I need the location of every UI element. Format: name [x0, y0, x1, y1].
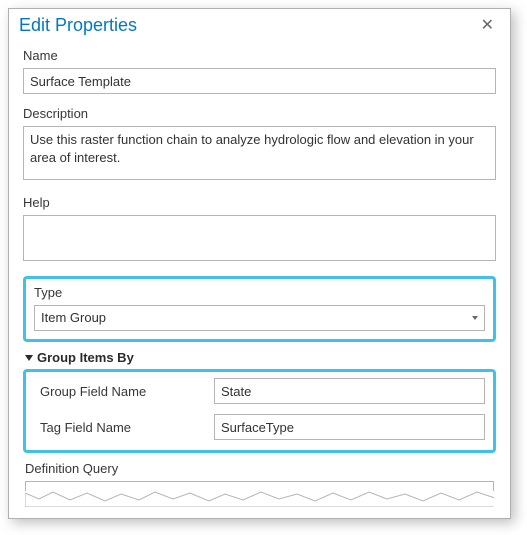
type-dropdown-wrap: Item Group — [34, 305, 485, 331]
description-field-block: Description — [23, 106, 496, 183]
description-input[interactable] — [23, 126, 496, 180]
help-input[interactable] — [23, 215, 496, 261]
name-label: Name — [23, 48, 496, 63]
torn-edge-icon — [25, 489, 494, 507]
dialog-header: Edit Properties ✕ — [9, 9, 510, 40]
type-highlight-box: Type Item Group — [23, 276, 496, 342]
group-items-highlight-box: Group Field Name Tag Field Name — [23, 369, 496, 453]
tag-field-row: Tag Field Name — [34, 414, 485, 440]
description-label: Description — [23, 106, 496, 121]
group-field-label: Group Field Name — [34, 384, 214, 399]
definition-query-label: Definition Query — [25, 461, 494, 476]
tag-field-input[interactable] — [214, 414, 485, 440]
dialog-body: Name Description Help Type Item Group Gr… — [9, 40, 510, 507]
dialog-title: Edit Properties — [19, 15, 137, 36]
group-field-input[interactable] — [214, 378, 485, 404]
name-input[interactable] — [23, 68, 496, 94]
group-items-by-header[interactable]: Group Items By — [23, 350, 496, 365]
type-dropdown-value: Item Group — [41, 310, 106, 325]
help-field-block: Help — [23, 195, 496, 264]
type-label: Type — [34, 285, 485, 300]
type-dropdown[interactable]: Item Group — [34, 305, 485, 331]
chevron-down-icon — [25, 355, 33, 361]
definition-query-block: Definition Query — [23, 461, 496, 507]
name-field-block: Name — [23, 48, 496, 94]
help-label: Help — [23, 195, 496, 210]
edit-properties-dialog: Edit Properties ✕ Name Description Help … — [8, 8, 511, 519]
close-icon[interactable]: ✕ — [475, 16, 500, 36]
definition-query-input-torn — [25, 481, 494, 507]
tag-field-label: Tag Field Name — [34, 420, 214, 435]
group-items-by-title: Group Items By — [37, 350, 134, 365]
group-field-row: Group Field Name — [34, 378, 485, 404]
